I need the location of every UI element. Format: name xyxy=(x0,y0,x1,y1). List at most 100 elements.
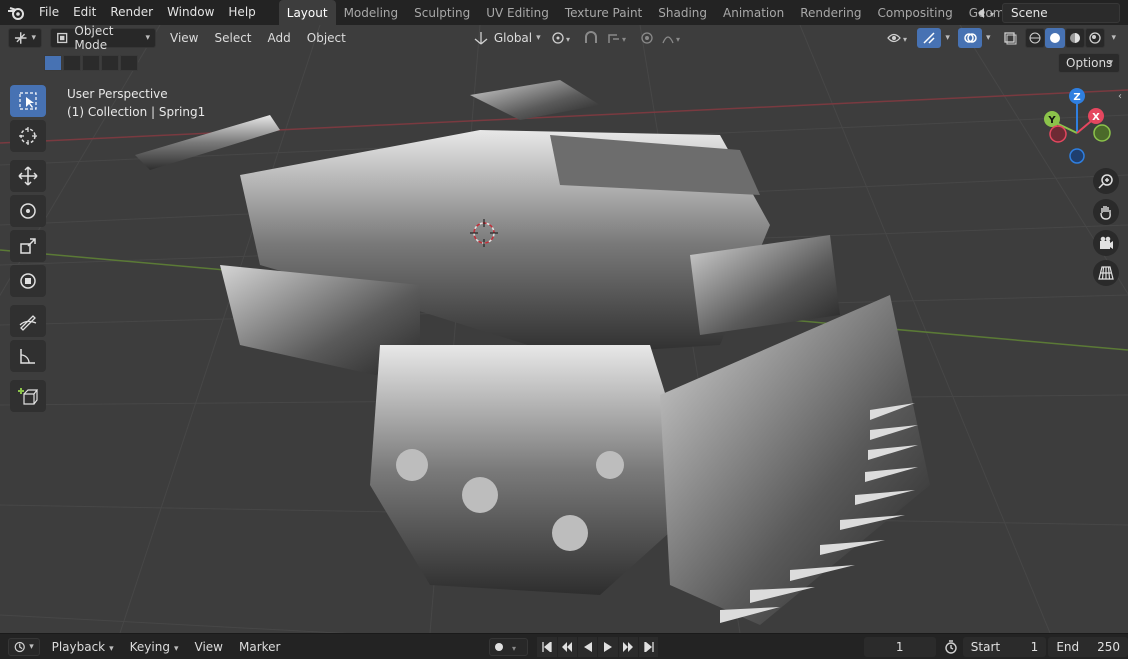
tab-shading[interactable]: Shading xyxy=(650,0,715,25)
tool-annotate[interactable] xyxy=(10,305,46,337)
preview-range-icon[interactable] xyxy=(941,637,960,657)
tab-sculpting[interactable]: Sculpting xyxy=(406,0,478,25)
falloff-icon[interactable]: ▾ xyxy=(659,28,687,48)
menu-playback[interactable]: Playback ▾ xyxy=(44,640,122,654)
start-frame-field[interactable]: Start 1 xyxy=(962,636,1047,657)
projection-toggle-button[interactable] xyxy=(1093,260,1119,286)
timeline-editor-type-button[interactable]: ▾ xyxy=(7,637,40,656)
shading-solid-icon[interactable] xyxy=(1045,28,1066,48)
select-box-icon xyxy=(19,92,37,110)
menu-marker[interactable]: Marker xyxy=(231,640,288,654)
select-new-icon[interactable] xyxy=(44,55,62,71)
tab-layout[interactable]: Layout xyxy=(278,0,336,25)
viewport-info-overlay: User Perspective (1) Collection | Spring… xyxy=(67,85,205,121)
scene-selector-icon[interactable]: ▾ xyxy=(972,3,1002,23)
atv-model[interactable] xyxy=(135,80,930,625)
tab-animation[interactable]: Animation xyxy=(715,0,792,25)
clock-icon xyxy=(14,641,25,652)
menu-file[interactable]: File xyxy=(32,0,66,25)
overlays-toggle-icon[interactable] xyxy=(957,28,982,48)
add-cube-icon xyxy=(18,388,38,405)
tool-select-box[interactable] xyxy=(10,85,46,117)
menu-add[interactable]: Add xyxy=(260,25,299,51)
scene-name-field[interactable]: Scene xyxy=(1002,2,1120,23)
top-menu-bar: File Edit Render Window Help Layout Mode… xyxy=(0,0,1128,25)
svg-text:Z: Z xyxy=(1073,92,1080,103)
zoom-button[interactable] xyxy=(1093,168,1119,194)
gizmo-dropdown-icon[interactable]: ▾ xyxy=(945,33,950,43)
tab-rendering[interactable]: Rendering xyxy=(792,0,869,25)
editor-type-button[interactable]: ▾ xyxy=(8,28,42,48)
overlays-dropdown-icon[interactable]: ▾ xyxy=(986,33,991,43)
menu-keying[interactable]: Keying ▾ xyxy=(122,640,187,654)
viewport-header: ▾ Object Mode ▾ View Select Add Object G… xyxy=(0,25,1128,52)
orientation-selector[interactable]: Global ▾ xyxy=(469,28,547,48)
object-mode-icon xyxy=(57,32,68,44)
menu-render[interactable]: Render xyxy=(103,0,160,25)
svg-text:▾: ▾ xyxy=(512,644,516,653)
mode-selector[interactable]: Object Mode ▾ xyxy=(50,25,156,52)
menu-object[interactable]: Object xyxy=(299,25,354,51)
play-icon[interactable] xyxy=(598,636,618,657)
menu-view[interactable]: View xyxy=(162,25,206,51)
menu-window[interactable]: Window xyxy=(160,0,221,25)
pivot-point-icon[interactable]: ▾ xyxy=(547,28,579,48)
tool-scale[interactable] xyxy=(10,230,46,262)
timeline-bar: ▾ Playback ▾ Keying ▾ View Marker ▾ 1 Star… xyxy=(0,633,1128,659)
auto-keying-button[interactable]: ▾ xyxy=(489,637,528,656)
tool-add-cube[interactable] xyxy=(10,380,46,412)
svg-text:▾: ▾ xyxy=(566,35,570,44)
menu-timeline-view[interactable]: View xyxy=(187,640,231,654)
gizmo-neg-z-icon xyxy=(1069,148,1085,164)
gizmo-neg-y-icon xyxy=(1093,124,1111,142)
svg-text:X: X xyxy=(1092,112,1100,123)
shading-rendered-icon[interactable] xyxy=(1085,28,1106,48)
camera-view-button[interactable] xyxy=(1093,230,1119,256)
select-extend-icon[interactable] xyxy=(63,55,81,71)
snap-target-icon[interactable]: ▾ xyxy=(603,28,635,48)
tab-compositing[interactable]: Compositing xyxy=(869,0,960,25)
svg-text:▾: ▾ xyxy=(903,35,907,44)
select-invert-icon[interactable] xyxy=(101,55,119,71)
options-dropdown[interactable]: Options ▾ xyxy=(1058,53,1120,73)
shading-wireframe-icon[interactable] xyxy=(1025,28,1046,48)
tab-modeling[interactable]: Modeling xyxy=(336,0,407,25)
shading-material-icon[interactable] xyxy=(1065,28,1086,48)
menu-select[interactable]: Select xyxy=(206,25,259,51)
snap-toggle-icon[interactable] xyxy=(579,28,603,48)
blender-logo-icon[interactable] xyxy=(0,0,32,25)
tool-move[interactable] xyxy=(10,160,46,192)
sidebar-toggle-icon[interactable]: ‹ xyxy=(1118,91,1122,102)
3d-viewport[interactable]: ▾ Object Mode ▾ View Select Add Object G… xyxy=(0,25,1128,633)
tab-texture-paint[interactable]: Texture Paint xyxy=(557,0,650,25)
tool-shelf xyxy=(10,85,48,415)
orientation-icon xyxy=(474,32,488,45)
tool-rotate[interactable] xyxy=(10,195,46,227)
xray-toggle-icon[interactable] xyxy=(998,28,1022,48)
shading-dropdown-icon[interactable]: ▾ xyxy=(1111,33,1116,43)
menu-help[interactable]: Help xyxy=(221,0,262,25)
visibility-icon[interactable]: ▾ xyxy=(884,28,914,48)
menu-edit[interactable]: Edit xyxy=(66,0,103,25)
select-intersect-icon[interactable] xyxy=(120,55,138,71)
tool-cursor[interactable] xyxy=(10,120,46,152)
current-frame-field[interactable]: 1 xyxy=(863,636,936,657)
gizmo-neg-x-icon xyxy=(1049,125,1067,143)
gizmo-toggle-icon[interactable] xyxy=(917,28,942,48)
tool-transform[interactable] xyxy=(10,265,46,297)
measure-icon xyxy=(20,349,35,364)
jump-keyframe-back-icon[interactable] xyxy=(557,636,578,657)
select-subtract-icon[interactable] xyxy=(82,55,100,71)
proportional-edit-icon[interactable] xyxy=(635,28,659,48)
start-value: 1 xyxy=(1030,639,1039,654)
jump-end-icon[interactable] xyxy=(638,636,659,657)
play-reverse-icon[interactable] xyxy=(578,636,598,657)
navigation-gizmo[interactable]: Z Y X xyxy=(1030,87,1120,167)
end-frame-field[interactable]: End 250 xyxy=(1048,636,1128,657)
tool-measure[interactable] xyxy=(10,340,46,372)
jump-keyframe-forward-icon[interactable] xyxy=(618,636,638,657)
jump-start-icon[interactable] xyxy=(537,636,557,657)
tab-uv-editing[interactable]: UV Editing xyxy=(478,0,557,25)
pan-button[interactable] xyxy=(1093,199,1119,225)
move-icon xyxy=(18,166,38,186)
